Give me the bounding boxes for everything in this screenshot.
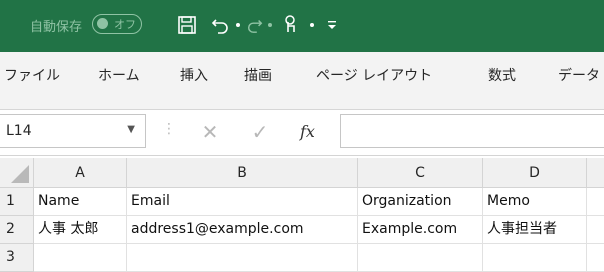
undo-icon[interactable]: [208, 12, 232, 38]
ribbon-collapsed-area: [0, 96, 604, 110]
ribbon-tabs: ファイル ホーム 挿入 描画 ページ レイアウト 数式 データ: [0, 52, 604, 96]
tab-draw[interactable]: 描画: [244, 65, 272, 85]
row-header-1[interactable]: 1: [0, 188, 34, 216]
cell-e1[interactable]: [587, 188, 604, 216]
redo-dropdown-icon[interactable]: [268, 23, 272, 27]
row-header-2[interactable]: 2: [0, 216, 34, 244]
autosave-state: オフ: [114, 18, 136, 31]
cell-c1[interactable]: Organization: [358, 188, 483, 216]
cell-d2[interactable]: 人事担当者: [483, 216, 587, 244]
cell-a2[interactable]: 人事 太郎: [34, 216, 127, 244]
select-all-button[interactable]: [0, 158, 34, 188]
column-header-b[interactable]: B: [127, 158, 358, 188]
spreadsheet-grid: A B C D 1 Name Email Organization Memo 2…: [0, 158, 604, 272]
customize-toolbar-icon[interactable]: [324, 12, 340, 38]
select-all-icon: [11, 165, 29, 183]
tab-page-layout[interactable]: ページ レイアウト: [316, 65, 432, 85]
name-box-value: L14: [6, 123, 32, 139]
enter-icon[interactable]: ✓: [248, 120, 272, 144]
cancel-icon[interactable]: ✕: [198, 120, 222, 144]
name-box[interactable]: L14 ▼: [0, 114, 146, 148]
chevron-down-icon[interactable]: ▼: [127, 124, 135, 135]
column-header-e[interactable]: [587, 158, 604, 188]
undo-dropdown-icon[interactable]: [236, 23, 240, 27]
tab-data[interactable]: データ: [558, 65, 600, 85]
save-icon[interactable]: [174, 12, 200, 38]
cell-b2[interactable]: address1@example.com: [127, 216, 358, 244]
tab-home[interactable]: ホーム: [98, 65, 140, 85]
insert-function-button[interactable]: fx: [300, 122, 315, 141]
column-header-c[interactable]: C: [358, 158, 483, 188]
formula-input[interactable]: [340, 114, 604, 148]
column-header-a[interactable]: A: [34, 158, 127, 188]
autosave-toggle[interactable]: オフ: [92, 14, 142, 34]
formula-bar: L14 ▼ ⋮ ✕ ✓ fx: [0, 110, 604, 156]
touch-mode-icon[interactable]: [278, 12, 302, 38]
tab-file[interactable]: ファイル: [4, 65, 60, 85]
tab-formulas[interactable]: 数式: [488, 65, 516, 85]
cell-d1[interactable]: Memo: [483, 188, 587, 216]
cell-b1[interactable]: Email: [127, 188, 358, 216]
cell-e2[interactable]: [587, 216, 604, 244]
tab-insert[interactable]: 挿入: [180, 65, 208, 85]
toggle-knob: [97, 18, 108, 29]
cell-c2[interactable]: Example.com: [358, 216, 483, 244]
cell-a1[interactable]: Name: [34, 188, 127, 216]
resize-handle-icon[interactable]: ⋮: [162, 122, 176, 136]
touch-mode-dropdown-icon[interactable]: [310, 23, 314, 27]
redo-icon[interactable]: [244, 12, 266, 38]
autosave-label: 自動保存: [30, 20, 83, 35]
title-bar: 自動保存 オフ: [0, 0, 604, 52]
column-header-d[interactable]: D: [483, 158, 587, 188]
